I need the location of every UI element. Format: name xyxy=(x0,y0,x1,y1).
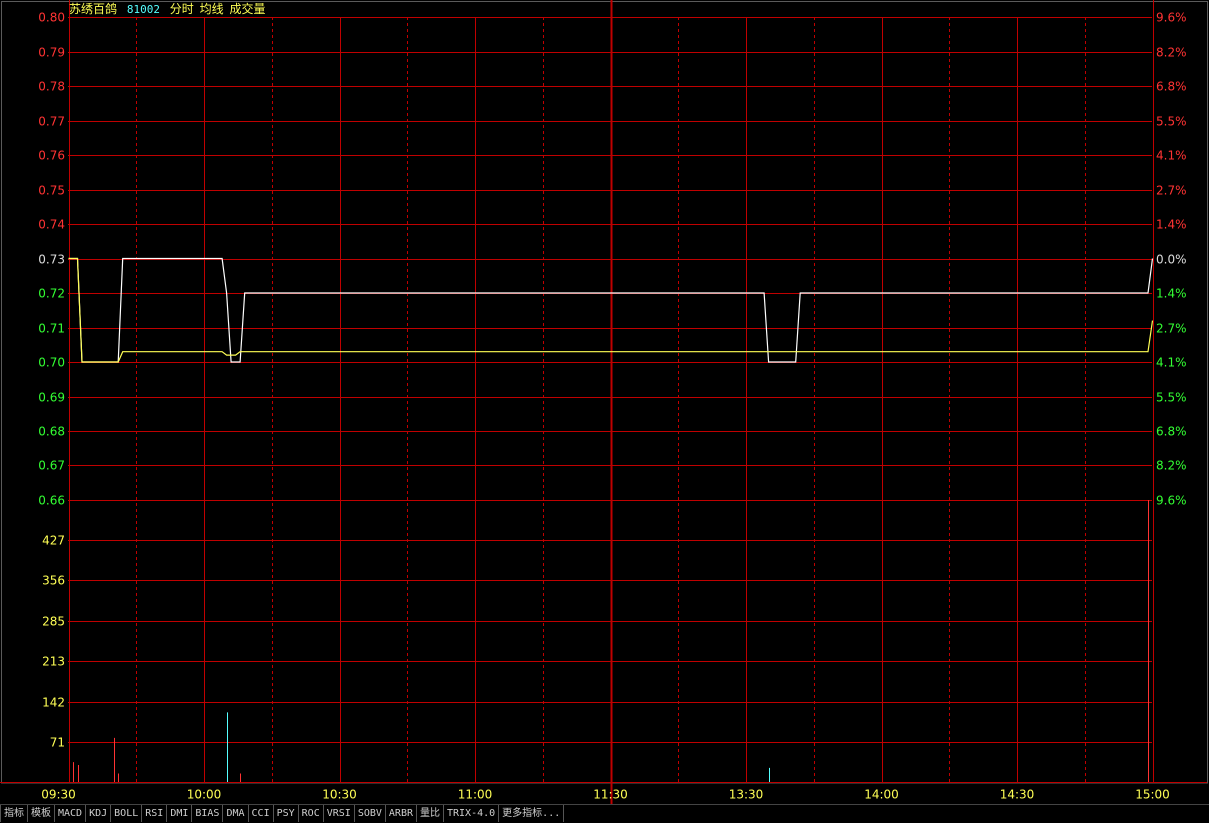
price-tick-label: 0.74 xyxy=(38,218,65,232)
time-tick-label: 11:00 xyxy=(458,788,493,802)
tab-dma[interactable]: DMA xyxy=(223,805,249,822)
tab-macd[interactable]: MACD xyxy=(55,805,87,822)
percent-tick-label: 4.1% xyxy=(1156,149,1187,163)
price-tick-label: 0.71 xyxy=(38,322,65,336)
price-tick-label: 0.80 xyxy=(38,11,65,25)
percent-tick-label: 5.5% xyxy=(1156,391,1187,405)
tab-cci[interactable]: CCI xyxy=(249,805,274,822)
header-item-volume[interactable]: 成交量 xyxy=(229,2,265,16)
volume-axis: 427 356 285 213 142 71 xyxy=(42,534,65,750)
chart-header: 苏绣百鸽 81002 分时 均线 成交量 xyxy=(69,2,268,17)
tab-bias[interactable]: BIAS xyxy=(192,805,224,822)
percent-tick-label: 4.1% xyxy=(1156,356,1187,370)
tab-template[interactable]: 模板 xyxy=(28,805,55,822)
percent-tick-label: 2.7% xyxy=(1156,322,1187,336)
tab-psy[interactable]: PSY xyxy=(274,805,299,822)
time-tick-label: 10:30 xyxy=(322,788,357,802)
volume-tick-label: 356 xyxy=(42,574,65,588)
tab-vrsi[interactable]: VRSI xyxy=(324,805,355,822)
tab-kdj[interactable]: KDJ xyxy=(86,805,112,822)
percent-tick-label: 6.8% xyxy=(1156,80,1187,94)
volume-tick-label: 427 xyxy=(42,534,65,548)
price-tick-label: 0.66 xyxy=(38,494,65,508)
time-tick-label: 14:00 xyxy=(864,788,899,802)
price-axis: 0.80 0.79 0.78 0.77 0.76 0.75 0.74 0.73 0.72 0.71… xyxy=(38,11,65,508)
percent-tick-label: 0.0% xyxy=(1156,253,1187,267)
percent-tick-label: 1.4% xyxy=(1156,287,1187,301)
tab-rsi[interactable]: RSI xyxy=(142,805,168,822)
tab-indicators[interactable]: 指标 xyxy=(0,805,28,822)
tab-volume-ratio[interactable]: 量比 xyxy=(417,805,444,822)
intraday-chart[interactable]: 0.80 0.79 0.78 0.77 0.76 0.75 0.74 0.73 0.72 0.71… xyxy=(0,0,1209,804)
stock-name: 苏绣百鸽 xyxy=(69,2,118,16)
tab-sobv[interactable]: SOBV xyxy=(355,805,386,822)
price-tick-label: 0.68 xyxy=(38,425,65,439)
price-tick-label: 0.73 xyxy=(38,253,65,267)
volume-tick-label: 213 xyxy=(42,655,65,669)
price-tick-label: 0.67 xyxy=(38,459,65,473)
tab-arbr[interactable]: ARBR xyxy=(386,805,417,822)
tab-more-indicators[interactable]: 更多指标... xyxy=(499,805,565,822)
time-tick-label: 13:30 xyxy=(729,788,764,802)
indicator-tab-bar: 指标 模板 MACD KDJ BOLL RSI DMI BIAS DMA CCI… xyxy=(0,804,1209,823)
percent-tick-label: 5.5% xyxy=(1156,115,1187,129)
percent-axis: 9.6% 8.2% 6.8% 5.5% 4.1% 2.7% 1.4% 0.0% 1.4% 2.7%… xyxy=(1156,11,1187,508)
grid xyxy=(0,0,1208,804)
price-tick-label: 0.76 xyxy=(38,149,65,163)
tab-trix[interactable]: TRIX-4.0 xyxy=(444,805,500,822)
percent-tick-label: 8.2% xyxy=(1156,46,1187,60)
volume-tick-label: 71 xyxy=(50,736,65,750)
tab-dmi[interactable]: DMI xyxy=(167,805,193,822)
chart-frame xyxy=(1,1,1208,784)
tab-boll[interactable]: BOLL xyxy=(111,805,143,822)
stock-code: 81002 xyxy=(126,3,160,16)
price-tick-label: 0.75 xyxy=(38,184,65,198)
percent-tick-label: 6.8% xyxy=(1156,425,1187,439)
volume-tick-label: 142 xyxy=(42,696,65,710)
price-tick-label: 0.77 xyxy=(38,115,65,129)
price-tick-label: 0.72 xyxy=(38,287,65,301)
time-axis: 09:30 10:00 10:30 11:00 11:30 13:30 14:00 14:30… xyxy=(41,788,1170,802)
volume-tick-label: 285 xyxy=(42,615,65,629)
percent-tick-label: 9.6% xyxy=(1156,11,1187,25)
time-tick-label: 10:00 xyxy=(187,788,222,802)
header-item-fenshi[interactable]: 分时 xyxy=(170,2,194,16)
time-tick-label: 09:30 xyxy=(41,788,76,802)
percent-tick-label: 1.4% xyxy=(1156,218,1187,232)
percent-tick-label: 2.7% xyxy=(1156,184,1187,198)
price-tick-label: 0.70 xyxy=(38,356,65,370)
price-tick-label: 0.79 xyxy=(38,46,65,60)
percent-tick-label: 8.2% xyxy=(1156,459,1187,473)
time-tick-label: 11:30 xyxy=(593,788,628,802)
price-tick-label: 0.78 xyxy=(38,80,65,94)
tab-roc[interactable]: ROC xyxy=(299,805,324,822)
price-tick-label: 0.69 xyxy=(38,391,65,405)
percent-tick-label: 9.6% xyxy=(1156,494,1187,508)
time-tick-label: 15:00 xyxy=(1135,788,1170,802)
time-tick-label: 14:30 xyxy=(1000,788,1035,802)
header-item-avg-line[interactable]: 均线 xyxy=(200,2,224,16)
